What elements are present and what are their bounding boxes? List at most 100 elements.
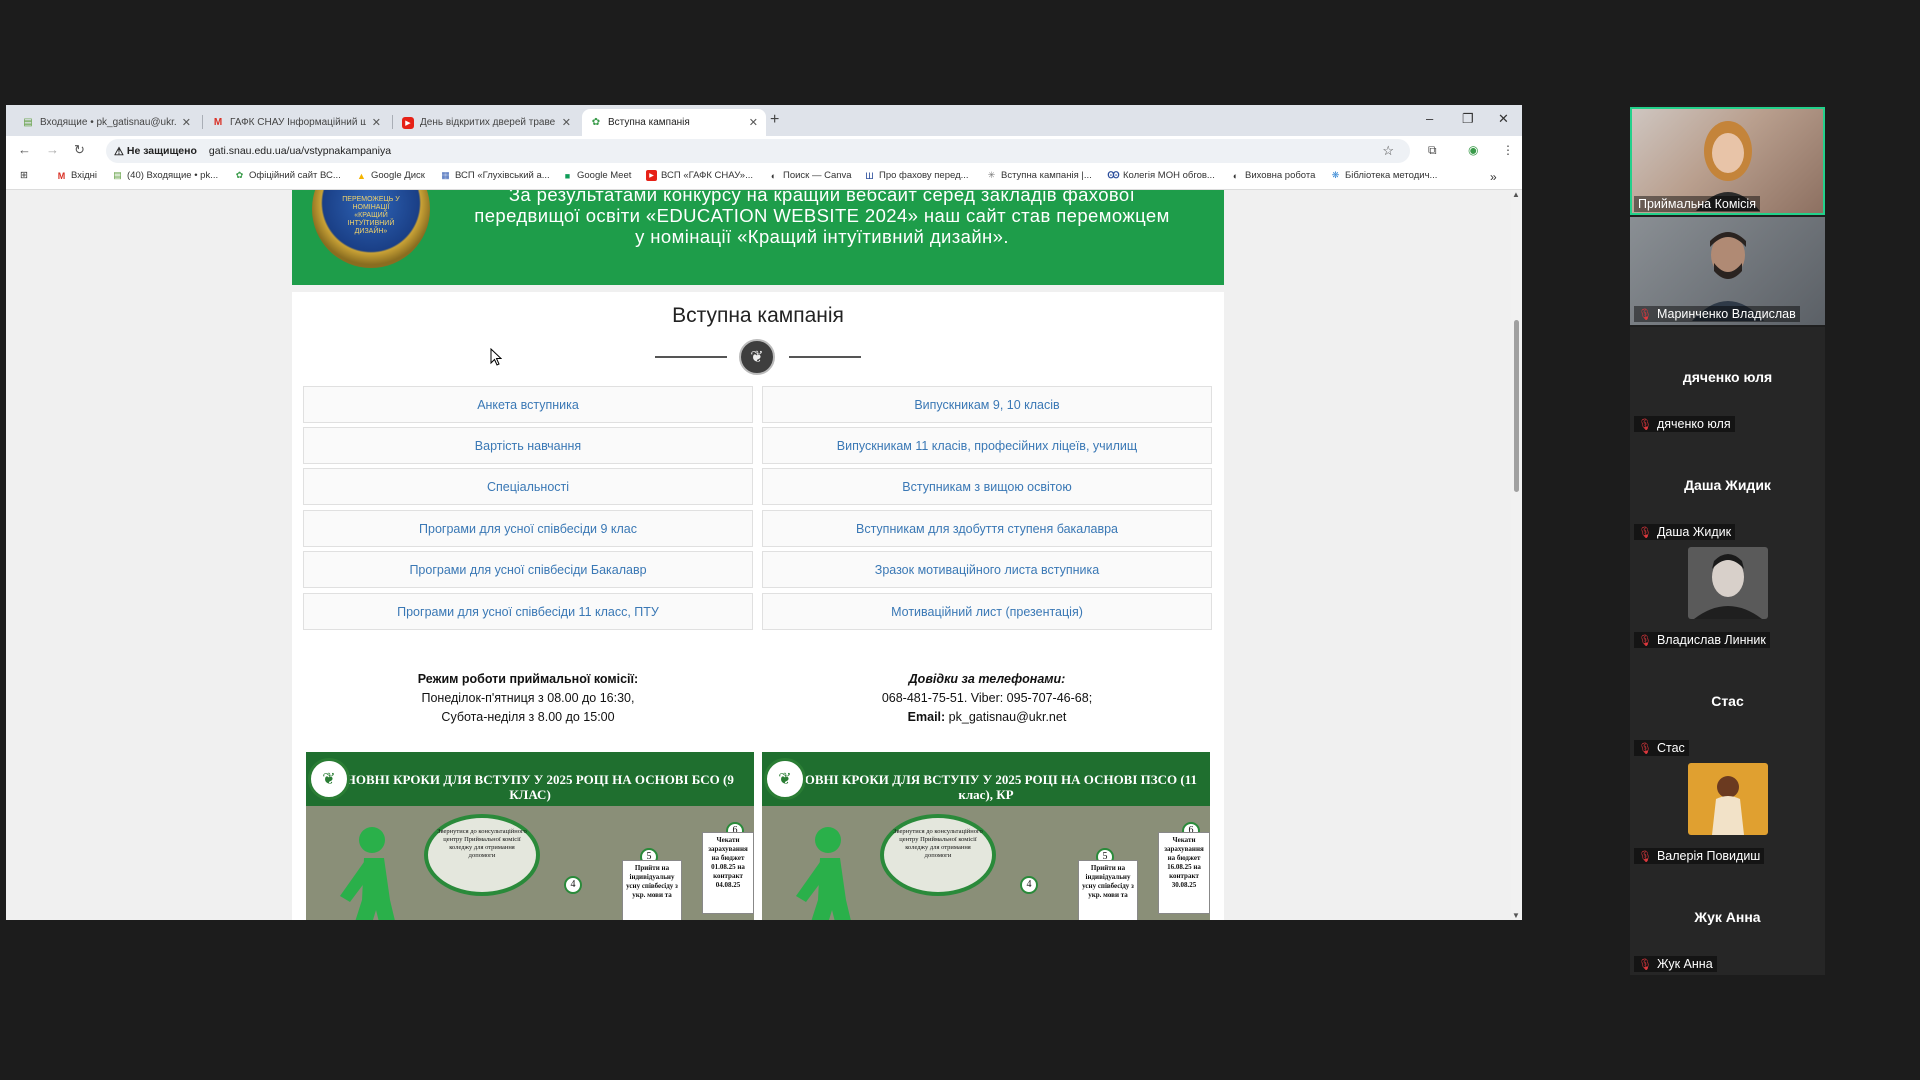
document-icon: ▦ [441, 170, 450, 180]
url-text[interactable]: gati.snau.edu.ua/ua/vstypnakampaniya [209, 145, 391, 157]
award-banner: ПЕРЕМОЖЕЦЬ У НОМІНАЦІЇ «КРАЩИЙ ІНТУЇТИВН… [292, 190, 1224, 285]
step-box: Прийти на індивідуальну усну співбесіду … [1078, 860, 1138, 920]
close-icon[interactable]: ✕ [182, 116, 191, 129]
close-icon[interactable]: ✕ [562, 116, 571, 129]
participant-name: 🎙 дяченко юля [1634, 416, 1735, 432]
address-bar[interactable]: ⚠ Не защищено gati.snau.edu.ua/ua/vstypn… [106, 139, 1410, 163]
extension-icon[interactable]: ◉ [1468, 143, 1478, 157]
link-vyshcha-osvita[interactable]: Вступникам з вищою освітою [762, 468, 1212, 505]
award-medal: ПЕРЕМОЖЕЦЬ У НОМІНАЦІЇ «КРАЩИЙ ІНТУЇТИВН… [312, 190, 430, 268]
bookmark-item[interactable]: ❋ Бібліотека методич... [1330, 170, 1438, 181]
link-vartist-navchannya[interactable]: Вартість навчання [303, 427, 753, 464]
tab-youtube[interactable]: ▶ День відкритих дверей траве ✕ [394, 109, 579, 136]
gmail-icon: M [57, 170, 66, 181]
forward-button[interactable]: → [46, 142, 59, 157]
mic-muted-icon: 🎙 [1638, 958, 1652, 971]
scroll-up-arrow-icon[interactable]: ▲ [1512, 190, 1520, 199]
participant-tile[interactable]: дяченко юля 🎙 дяченко юля [1630, 327, 1825, 435]
title-divider: ❦ [655, 337, 861, 377]
participant-avatar [1688, 763, 1768, 835]
back-button[interactable]: ← [18, 142, 31, 157]
site-icon: ✿ [591, 117, 601, 128]
bookmark-item[interactable]: M Вхідні [56, 170, 97, 181]
participant-tile[interactable]: Даша Жидик 🎙 Даша Жидик [1630, 435, 1825, 543]
close-icon[interactable]: ✕ [749, 116, 758, 129]
college-logo-icon: ❦ [764, 758, 806, 800]
poster-header: ОСНОВНІ КРОКИ ДЛЯ ВСТУПУ У 2025 РОЦІ НА … [306, 752, 754, 806]
award-text: За результатами конкурсу на кращий вебса… [474, 190, 1170, 247]
participant-tile[interactable]: Стас 🎙 Стас [1630, 651, 1825, 759]
close-window-button[interactable]: ✕ [1498, 111, 1509, 127]
bookmark-star-icon[interactable]: ☆ [1382, 143, 1394, 159]
cast-icon[interactable]: ⧉ [1428, 143, 1437, 158]
new-tab-button[interactable]: + [770, 111, 779, 129]
reload-button[interactable]: ↻ [74, 142, 85, 158]
bookmarks-bar: ⊞ M Вхідні ▤ (40) Входящие • pk... ✿ Офіцій… [6, 166, 1522, 190]
mic-muted-icon: 🎙 [1638, 418, 1652, 431]
link-bakalavr[interactable]: Вступникам для здобуття ступеня бакалавр… [762, 510, 1212, 547]
bookmark-item[interactable]: ▶ ВСП «ГАФК СНАУ»... [646, 170, 753, 181]
bookmark-item[interactable]: ✿ Офіційний сайт ВС... [234, 170, 341, 181]
link-spetsialnosti[interactable]: Спеціальності [303, 468, 753, 505]
link-programy-bakalavr[interactable]: Програми для усної співбесіди Бакалавр [303, 551, 753, 588]
trident-icon: Ш [865, 170, 874, 181]
security-indicator[interactable]: ⚠ Не защищено [114, 145, 197, 158]
walking-person-icon [340, 827, 395, 920]
link-programy-11-klas[interactable]: Програми для усної співбесіди 11 класс, … [303, 593, 753, 630]
admission-steps-poster-9[interactable]: ОСНОВНІ КРОКИ ДЛЯ ВСТУПУ У 2025 РОЦІ НА … [306, 752, 754, 920]
link-vypusknykam-9-10[interactable]: Випускникам 9, 10 класів [762, 386, 1212, 423]
step-box: Прийти на індивідуальну усну співбесіду … [622, 860, 682, 920]
email-link[interactable]: pk_gatisnau@ukr.net [949, 710, 1067, 724]
menu-kebab-icon[interactable]: ⋮ [1502, 143, 1514, 157]
bookmark-item[interactable]: ✳ Вступна кампанія |... [986, 170, 1092, 181]
mic-muted-icon: 🎙 [1638, 742, 1652, 755]
link-zrazok-lysta[interactable]: Зразок мотиваційного листа вступника [762, 551, 1212, 588]
link-vypusknykam-11[interactable]: Випускникам 11 класів, професійних ліцеї… [762, 427, 1212, 464]
bookmark-item[interactable]: ◐ Поиск — Canva [768, 170, 852, 181]
tab-strip: ▤ Входящие • pk_gatisnau@ukr.net ✕ M ГАФ… [6, 105, 1522, 136]
page-viewport: ПЕРЕМОЖЕЦЬ У НОМІНАЦІЇ «КРАЩИЙ ІНТУЇТИВН… [6, 190, 1511, 920]
participant-display-name: Жук Анна [1694, 909, 1761, 925]
participant-name: 🎙 Даша Жидик [1634, 524, 1736, 540]
bookmarks-overflow-button[interactable]: » [1490, 170, 1497, 184]
contact-info: Довідки за телефонами: 068-481-75-51. Vi… [881, 672, 1093, 724]
participant-tile[interactable]: 🎙 Владислав Линник [1630, 543, 1825, 651]
site-icon: ✿ [235, 170, 244, 180]
admission-steps-poster-11[interactable]: ОСНОВНІ КРОКИ ДЛЯ ВСТУПУ У 2025 РОЦІ НА … [762, 752, 1210, 920]
bookmark-item[interactable]: Ꙭ Колегія МОН обгов... [1107, 170, 1214, 181]
link-anketa-vstupnyka[interactable]: Анкета вступника [303, 386, 753, 423]
site-icon: ✳ [987, 170, 996, 180]
participant-tile[interactable]: 🎙 Валерія Повидиш [1630, 759, 1825, 867]
tab-inbox[interactable]: ▤ Входящие • pk_gatisnau@ukr.net ✕ [14, 109, 199, 136]
poster-header: ОСНОВНІ КРОКИ ДЛЯ ВСТУПУ У 2025 РОЦІ НА … [762, 752, 1210, 806]
step-box: Чекати зарахування на бюджет 01.08.25 на… [702, 832, 754, 914]
office-hours: Режим роботи приймальної комісії: Понеді… [417, 672, 639, 724]
participant-tile[interactable]: 🎙 Маринченко Владислав [1630, 217, 1825, 325]
bookmark-item[interactable]: Ш Про фахову перед... [864, 170, 968, 181]
participant-name: 🎙 Стас [1634, 740, 1689, 756]
consult-oval: Звернутися до консультаційного центру Пр… [424, 814, 540, 896]
participant-display-name: дяченко юля [1682, 369, 1773, 385]
participant-tile[interactable]: Приймальна Комісія [1630, 107, 1825, 215]
page-scrollbar[interactable]: ▲ ▼ [1511, 190, 1522, 920]
google-drive-icon: ▲ [357, 170, 366, 181]
bookmark-item[interactable]: ▤ (40) Входящие • pk... [112, 170, 218, 181]
participant-name: 🎙 Владислав Линник [1634, 632, 1770, 648]
close-icon[interactable]: ✕ [372, 116, 381, 129]
bookmark-item[interactable]: ■ Google Meet [562, 170, 632, 181]
participant-tile[interactable]: Жук Анна 🎙 Жук Анна [1630, 867, 1825, 975]
link-programy-9-klas[interactable]: Програми для усної співбесіди 9 клас [303, 510, 753, 547]
link-motyvatsiinyi-lyst[interactable]: Мотиваційний лист (презентація) [762, 593, 1212, 630]
scroll-down-arrow-icon[interactable]: ▼ [1512, 911, 1520, 920]
scroll-thumb[interactable] [1514, 320, 1519, 492]
minimize-button[interactable]: – [1426, 111, 1433, 126]
tab-vstupna-kampaniya[interactable]: ✿ Вступна кампанія ✕ [582, 109, 766, 136]
bookmark-item[interactable]: ◐ Виховна робота [1230, 170, 1316, 181]
restore-button[interactable]: ❐ [1462, 111, 1474, 127]
tab-gmail[interactable]: M ГАФК СНАУ Інформаційний ш ✕ [204, 109, 389, 136]
toolbar: ← → ↻ ⚠ Не защищено gati.snau.edu.ua/ua/… [6, 136, 1522, 166]
bookmark-item[interactable]: ▲ Google Диск [356, 170, 425, 181]
mic-muted-icon: 🎙 [1638, 634, 1652, 647]
bookmark-item[interactable]: ▦ ВСП «Глухівський а... [440, 170, 549, 181]
apps-grid-icon[interactable]: ⊞ [20, 170, 28, 181]
